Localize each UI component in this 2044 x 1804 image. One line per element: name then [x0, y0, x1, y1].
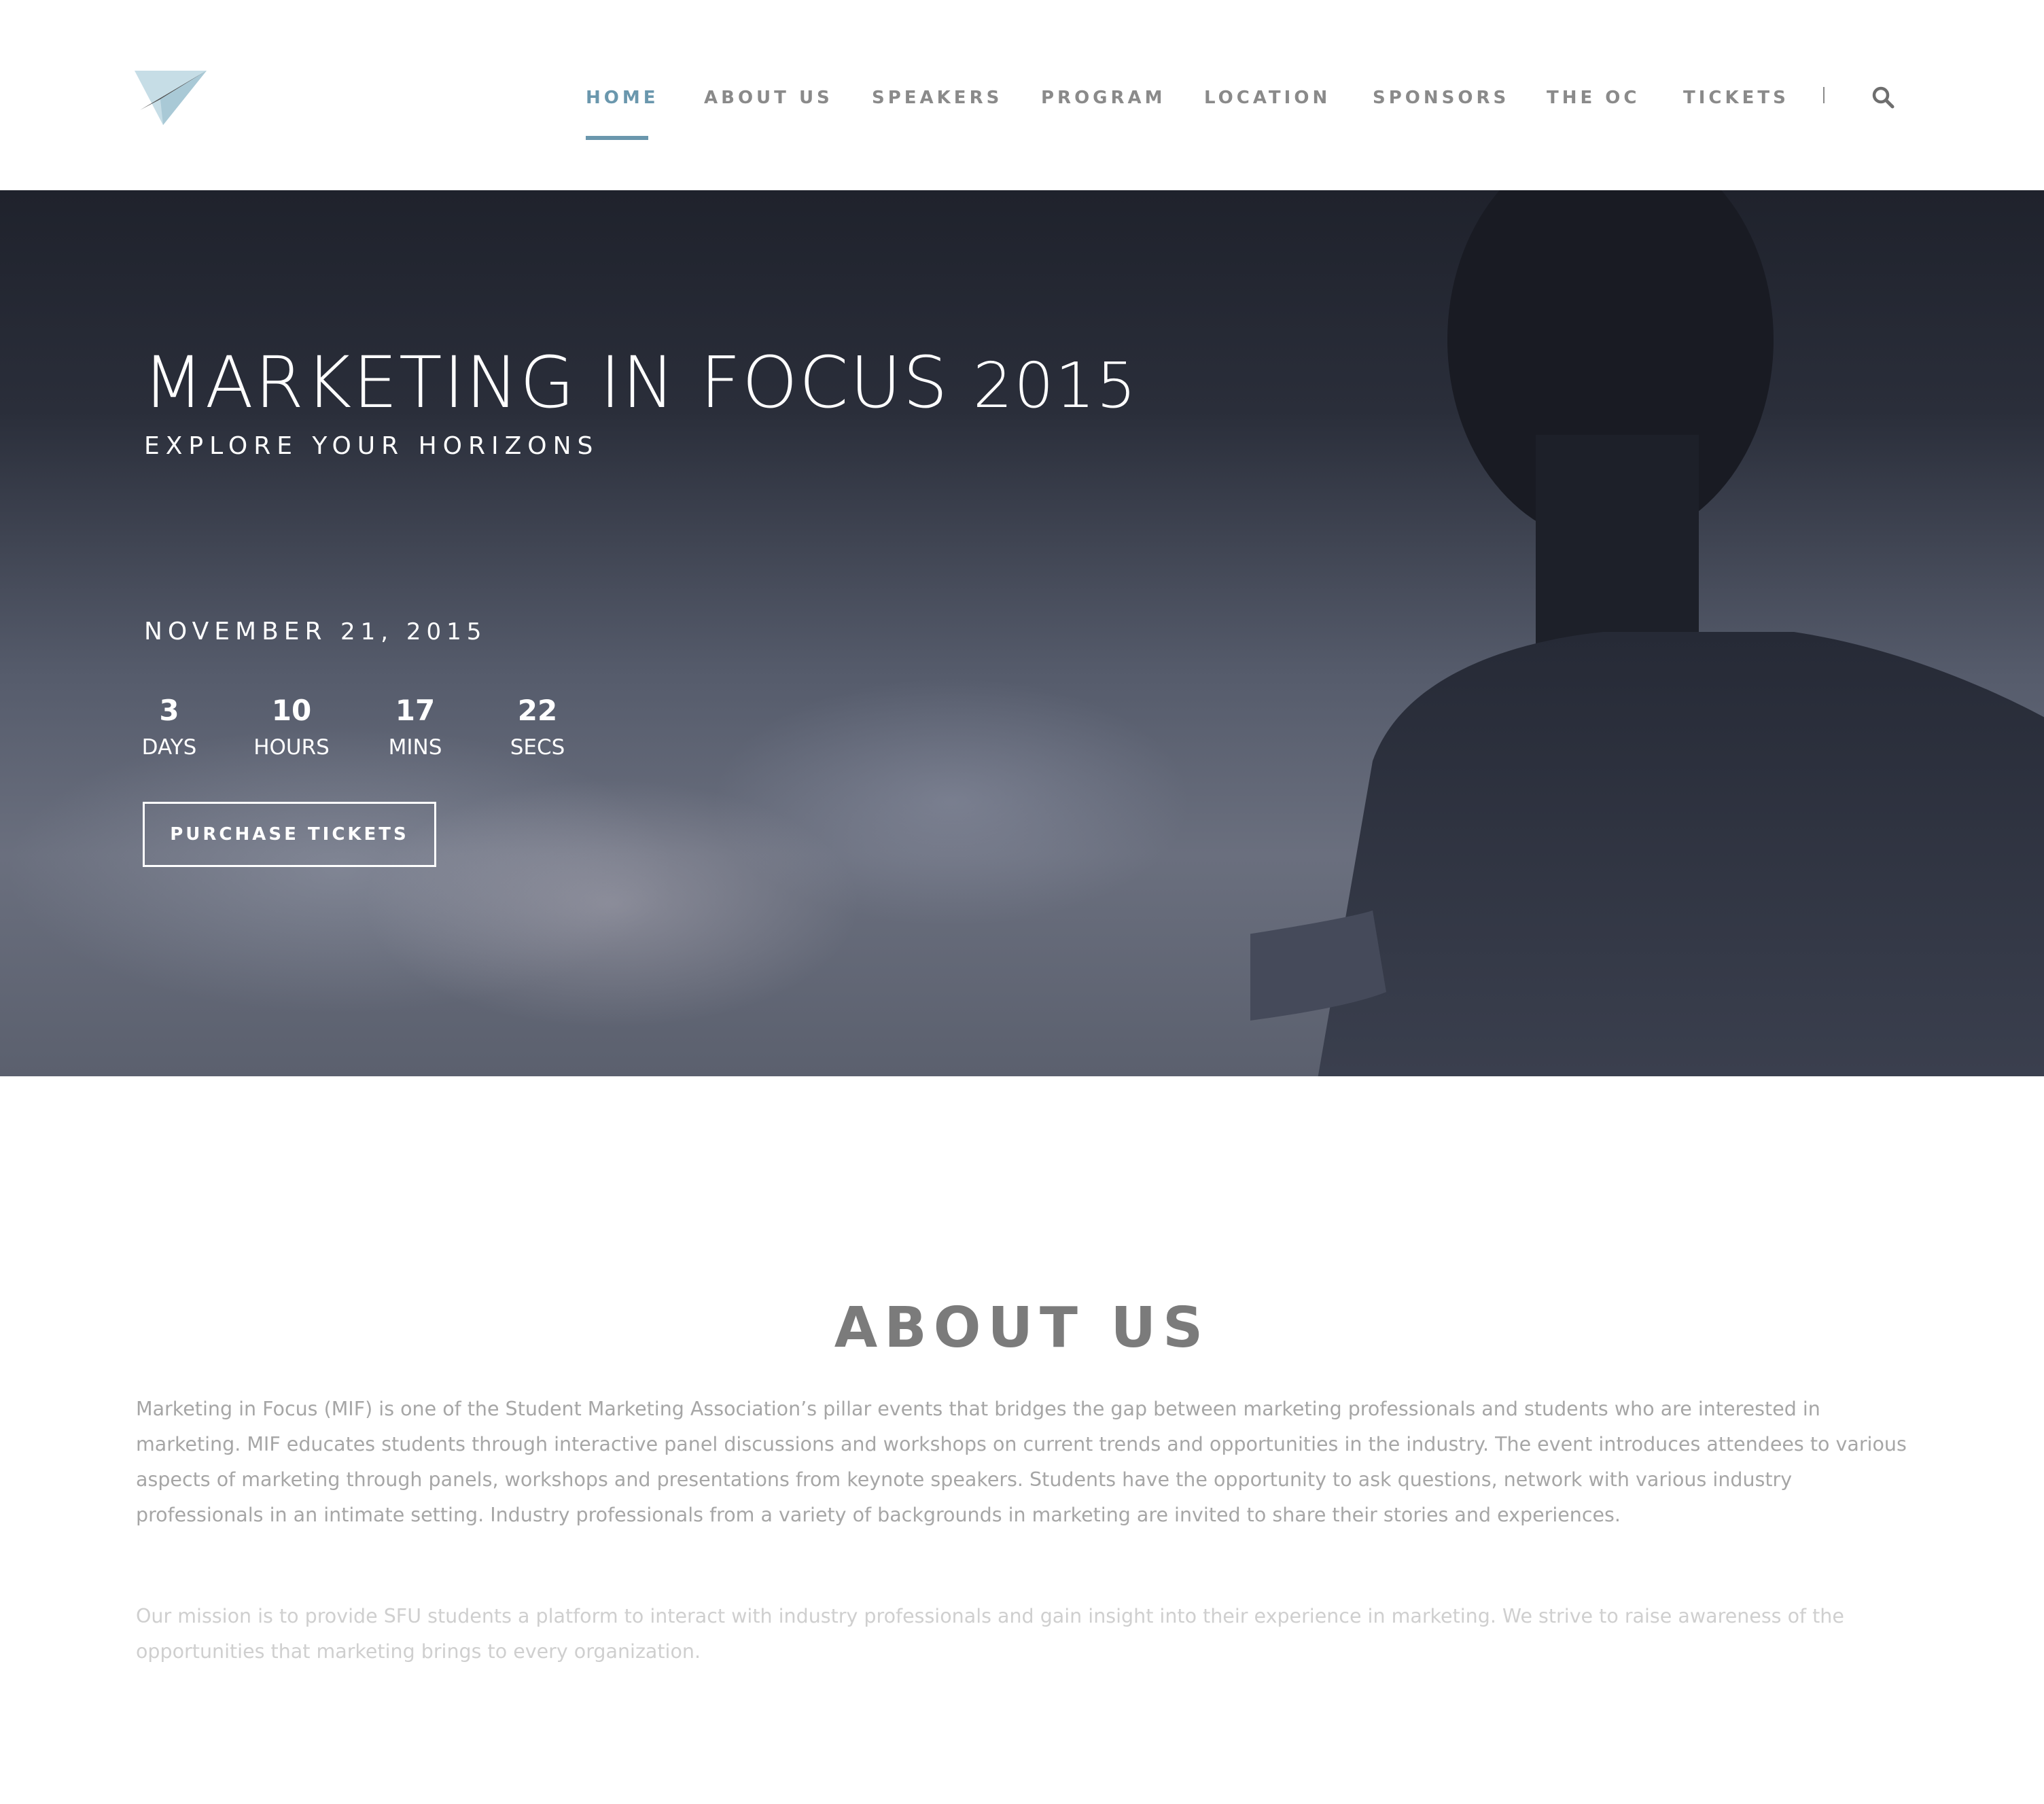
countdown-hours: 10 HOURS: [241, 692, 342, 765]
about-paragraph-mission: Our mission is to provide SFU students a…: [136, 1605, 1844, 1663]
countdown-label: DAYS: [141, 735, 197, 760]
nav-home[interactable]: HOME: [586, 84, 659, 111]
countdown-value: 10: [271, 694, 312, 727]
purchase-tickets-button[interactable]: PURCHASE TICKETS: [143, 802, 436, 867]
nav-the-oc[interactable]: THE OC: [1547, 84, 1640, 111]
countdown-label: SECS: [510, 735, 565, 760]
countdown-value: 17: [395, 694, 436, 727]
countdown-secs: 22 SECS: [487, 692, 588, 765]
site-header: HOME ABOUT US SPEAKERS PROGRAM LOCATION …: [0, 0, 2044, 190]
event-title: MARKETING IN FOCUS 2015: [143, 338, 1138, 427]
event-title-year: 2015: [972, 349, 1138, 422]
nav-program[interactable]: PROGRAM: [1041, 84, 1166, 111]
nav-about-us[interactable]: ABOUT US: [704, 84, 833, 111]
event-title-main: MARKETING IN FOCUS: [143, 341, 949, 424]
event-date-day-year: 21, 2015: [340, 618, 487, 645]
about-paragraph-intro: Marketing in Focus (MIF) is one of the S…: [136, 1398, 1907, 1526]
countdown-label: HOURS: [253, 735, 330, 760]
main-nav: HOME ABOUT US SPEAKERS PROGRAM LOCATION …: [0, 0, 2044, 190]
active-nav-indicator: [586, 136, 648, 140]
nav-sponsors[interactable]: SPONSORS: [1373, 84, 1509, 111]
event-date-month: NOVEMBER: [144, 618, 328, 645]
countdown-value: 3: [159, 694, 179, 727]
event-tagline: EXPLORE YOUR HORIZONS: [144, 432, 599, 460]
nav-divider: [1823, 87, 1825, 103]
search-icon[interactable]: [1870, 84, 1897, 111]
hero-banner: MARKETING IN FOCUS 2015 EXPLORE YOUR HOR…: [0, 190, 2044, 1076]
about-heading: ABOUT US: [834, 1296, 1210, 1360]
countdown-label: MINS: [388, 735, 442, 760]
countdown-days: 3 DAYS: [118, 692, 220, 765]
countdown-mins: 17 MINS: [364, 692, 466, 765]
nav-location[interactable]: LOCATION: [1204, 84, 1331, 111]
event-date: NOVEMBER 21, 2015: [144, 612, 487, 652]
nav-tickets[interactable]: TICKETS: [1683, 84, 1789, 111]
nav-speakers[interactable]: SPEAKERS: [872, 84, 1002, 111]
countdown-value: 22: [517, 694, 558, 727]
speaker-silhouette: [1250, 190, 2044, 1076]
